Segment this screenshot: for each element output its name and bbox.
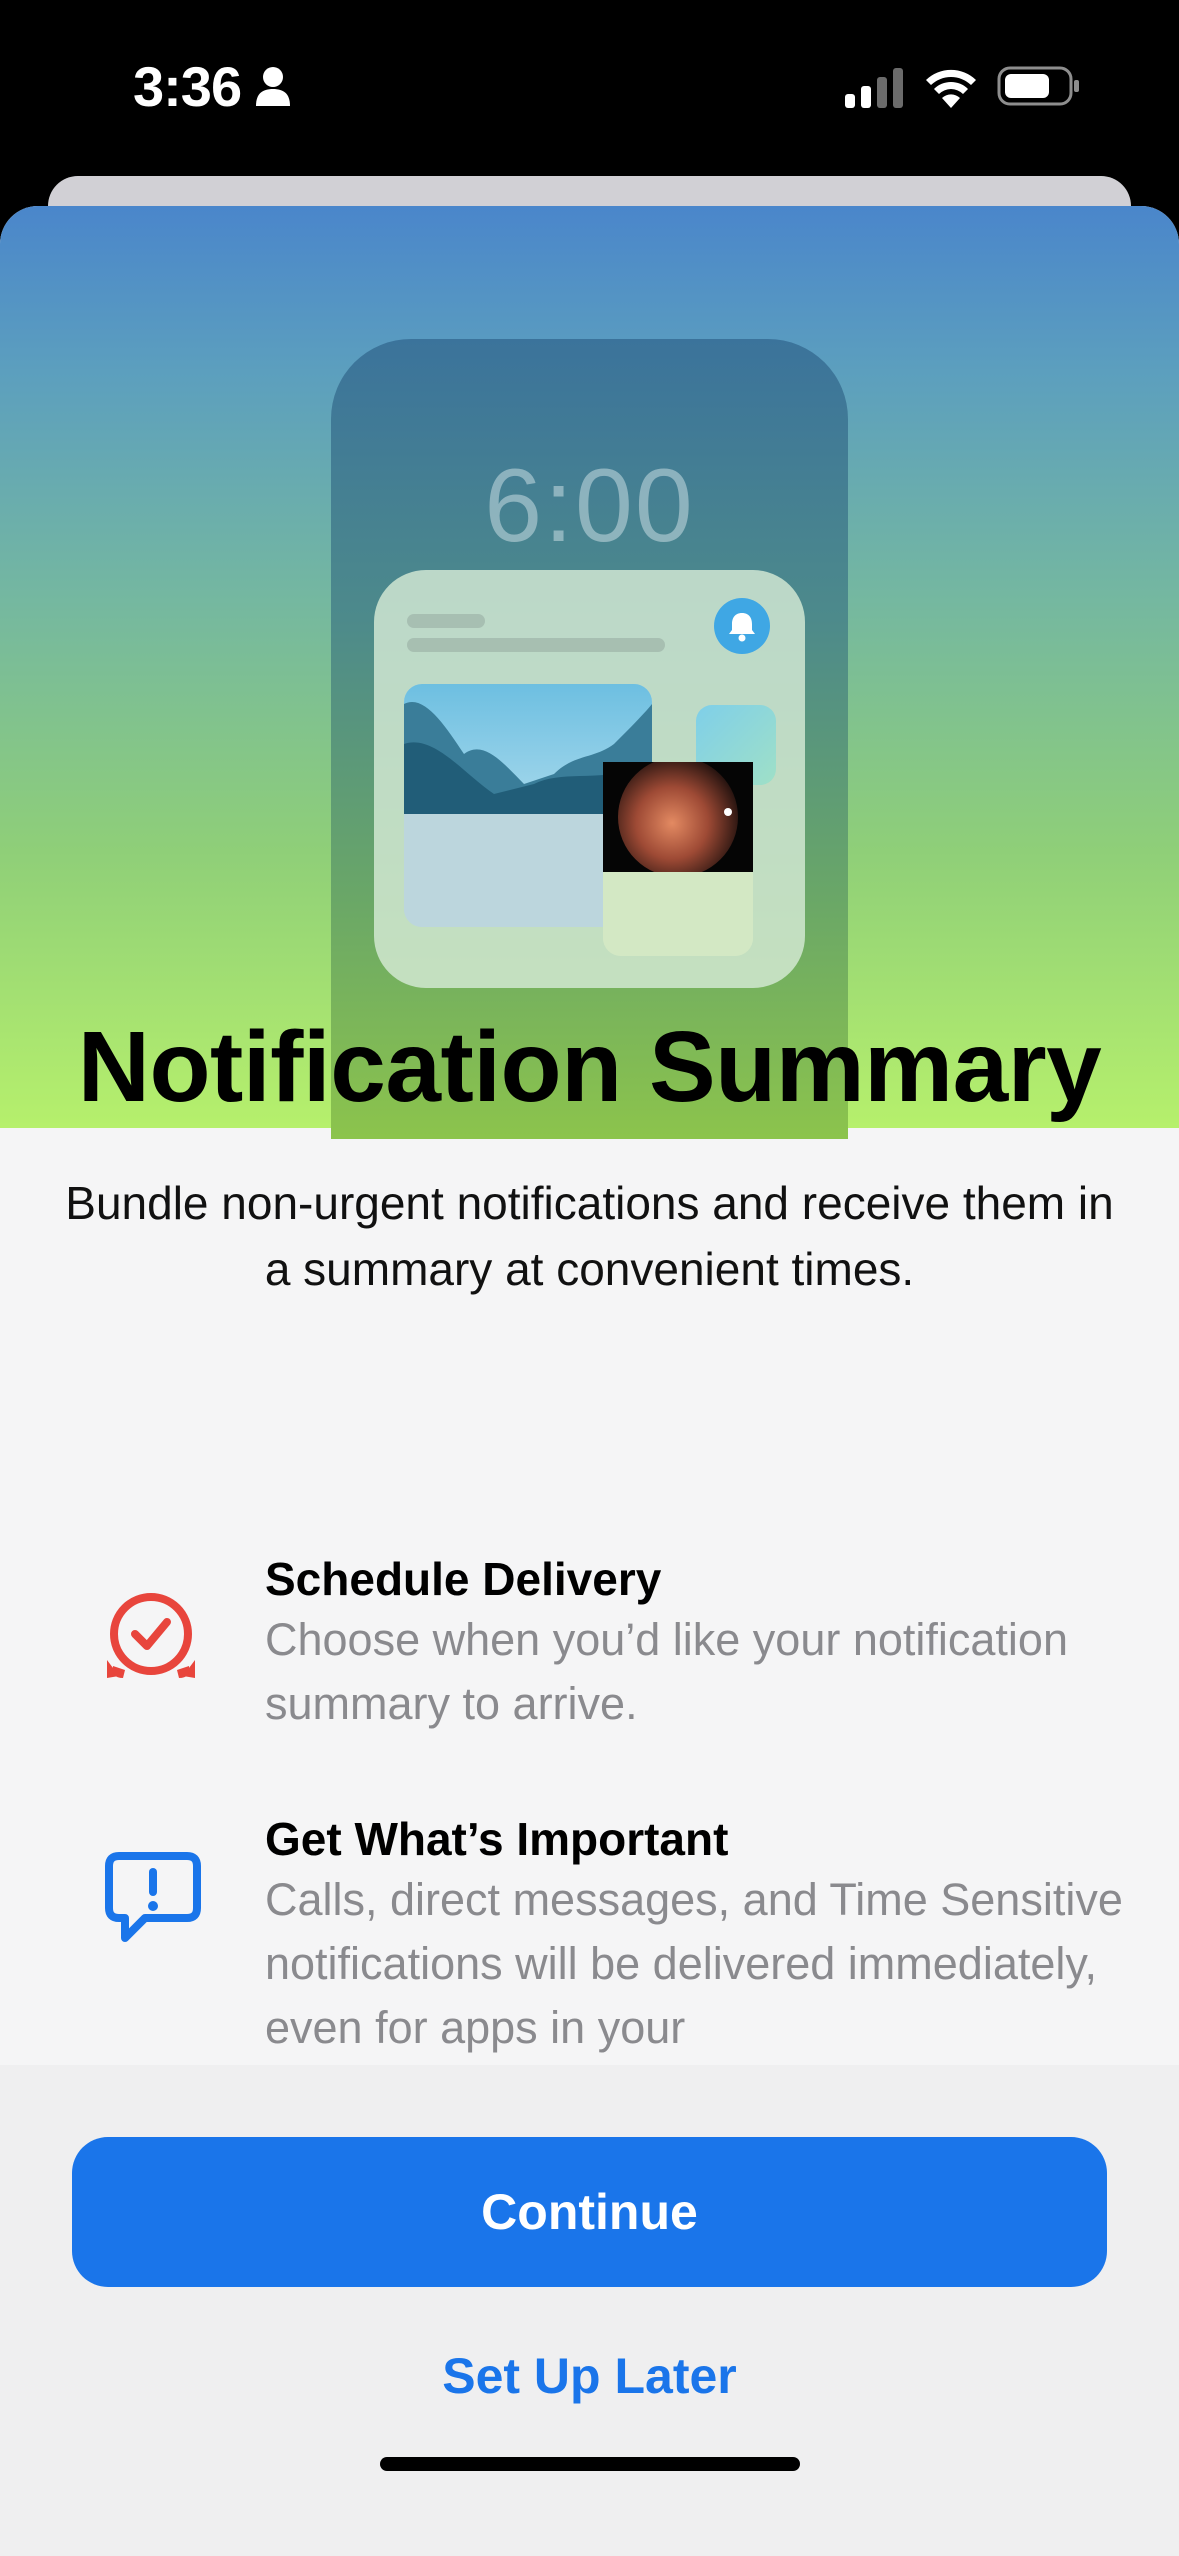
page-subtitle: Bundle non-urgent notifications and rece… bbox=[65, 1177, 1114, 1295]
person-icon bbox=[255, 66, 291, 111]
feature-title: Schedule Delivery bbox=[265, 1553, 662, 1605]
set-up-later-button[interactable]: Set Up Later bbox=[0, 2347, 1179, 2405]
bottom-action-area: Continue Set Up Later bbox=[0, 2065, 1179, 2556]
status-time: 3:36 bbox=[133, 55, 242, 118]
planet-photo-thumbnail bbox=[603, 762, 753, 956]
alarm-clock-icon bbox=[105, 1590, 197, 1687]
exclamation-speech-bubble-icon bbox=[105, 1850, 201, 1951]
placeholder-line bbox=[407, 614, 485, 628]
notification-card-illustration bbox=[374, 570, 805, 988]
bell-icon bbox=[714, 598, 770, 654]
placeholder-line bbox=[407, 638, 665, 652]
feature-get-whats-important: Get What’s Important Calls, direct messa… bbox=[0, 1810, 1179, 2060]
continue-button[interactable]: Continue bbox=[72, 2137, 1107, 2287]
battery-icon bbox=[997, 66, 1081, 111]
status-bar: 3:36 bbox=[0, 0, 1179, 175]
page-title: Notification Summary bbox=[77, 1011, 1102, 1123]
feature-description: Calls, direct messages, and Time Sensiti… bbox=[265, 1874, 1123, 2053]
lock-screen-time: 6:00 bbox=[484, 448, 695, 564]
screen: 3:36 6:00 Notification Summary Bundle no… bbox=[0, 0, 1179, 2556]
cellular-signal-icon bbox=[845, 68, 903, 113]
wifi-icon bbox=[924, 64, 978, 113]
feature-schedule-delivery: Schedule Delivery Choose when you’d like… bbox=[0, 1550, 1179, 1750]
feature-description: Choose when you’d like your notification… bbox=[265, 1614, 1068, 1729]
hero-illustration: 6:00 bbox=[0, 206, 1179, 1139]
feature-title: Get What’s Important bbox=[265, 1813, 729, 1865]
home-indicator[interactable] bbox=[380, 2457, 800, 2471]
